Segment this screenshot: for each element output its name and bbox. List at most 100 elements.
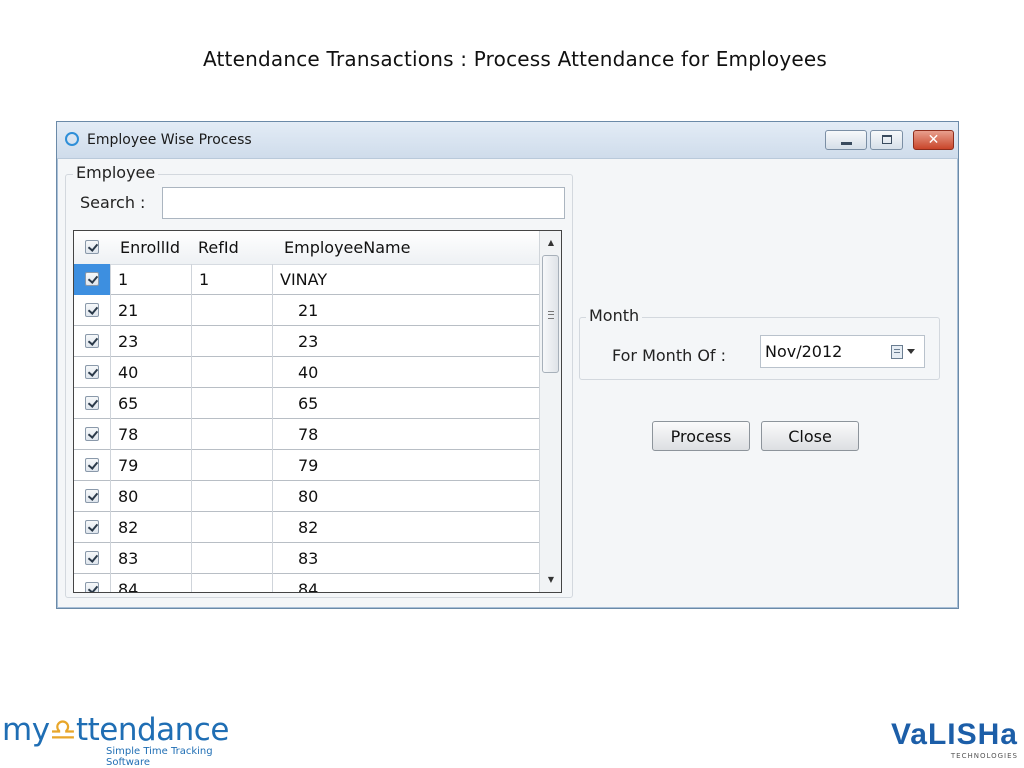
- scroll-grip-icon: [548, 311, 554, 319]
- row-checkbox[interactable]: [85, 520, 99, 534]
- window-title: Employee Wise Process: [87, 132, 252, 148]
- row-checkbox-cell: [74, 357, 110, 388]
- column-header-enrollid[interactable]: EnrollId: [110, 231, 191, 264]
- bell-icon: ♎: [49, 713, 77, 748]
- cell-enrollid: 84: [110, 574, 191, 592]
- row-checkbox-cell: [74, 419, 110, 450]
- grid-vertical-scrollbar[interactable]: ▲ ▼: [539, 231, 561, 592]
- cell-refid: [191, 326, 272, 357]
- cell-refid: 1: [191, 264, 272, 295]
- cell-employeename: 23: [272, 326, 539, 357]
- cell-enrollid: 21: [110, 295, 191, 326]
- calendar-icon[interactable]: [891, 345, 903, 359]
- row-checkbox-cell: [74, 264, 110, 295]
- row-checkbox[interactable]: [85, 272, 99, 286]
- title-bar[interactable]: Employee Wise Process ✕: [57, 122, 958, 159]
- cell-employeename: VINAY: [272, 264, 539, 295]
- valisha-subtitle: TECHNOLOGIES: [950, 752, 1018, 760]
- table-row[interactable]: 78 78: [74, 419, 539, 450]
- search-input[interactable]: [162, 187, 565, 219]
- valisha-logo: VaLISHa TECHNOLOGIES: [866, 716, 1022, 764]
- cell-enrollid: 40: [110, 357, 191, 388]
- month-group-legend: Month: [586, 306, 643, 325]
- cell-employeename: 65: [272, 388, 539, 419]
- row-checkbox-cell: [74, 450, 110, 481]
- row-checkbox[interactable]: [85, 582, 99, 592]
- table-row[interactable]: 84 84: [74, 574, 539, 592]
- cell-refid: [191, 295, 272, 326]
- column-header-refid[interactable]: RefId: [191, 231, 272, 264]
- row-checkbox[interactable]: [85, 396, 99, 410]
- row-checkbox[interactable]: [85, 551, 99, 565]
- process-button[interactable]: Process: [652, 421, 750, 451]
- cell-enrollid: 1: [110, 264, 191, 295]
- row-checkbox-cell: [74, 543, 110, 574]
- close-button[interactable]: Close: [761, 421, 859, 451]
- cell-employeename: 83: [272, 543, 539, 574]
- close-window-button[interactable]: ✕: [913, 130, 954, 150]
- row-checkbox[interactable]: [85, 489, 99, 503]
- row-checkbox[interactable]: [85, 334, 99, 348]
- employee-group-legend: Employee: [73, 163, 159, 182]
- logo-ttendance-text: ttendance: [75, 712, 229, 748]
- scroll-down-arrow[interactable]: ▼: [540, 570, 561, 590]
- scroll-thumb[interactable]: [542, 255, 559, 373]
- cell-enrollid: 23: [110, 326, 191, 357]
- cell-enrollid: 65: [110, 388, 191, 419]
- table-row[interactable]: 80 80: [74, 481, 539, 512]
- scroll-up-arrow[interactable]: ▲: [540, 233, 561, 253]
- table-row[interactable]: 82 82: [74, 512, 539, 543]
- cell-enrollid: 79: [110, 450, 191, 481]
- cell-employeename: 80: [272, 481, 539, 512]
- cell-enrollid: 82: [110, 512, 191, 543]
- cell-refid: [191, 574, 272, 592]
- row-checkbox[interactable]: [85, 458, 99, 472]
- minimize-button[interactable]: [825, 130, 867, 150]
- cell-employeename: 21: [272, 295, 539, 326]
- employee-wise-process-window: Employee Wise Process ✕ Employee Search …: [56, 121, 959, 609]
- cell-refid: [191, 512, 272, 543]
- app-icon: [65, 132, 79, 146]
- maximize-button[interactable]: [870, 130, 903, 150]
- myattendance-tagline: Simple Time Tracking Software: [106, 746, 213, 768]
- employee-grid: EnrollId RefId EmployeeName 1 1 VINAY 21…: [73, 230, 562, 593]
- row-checkbox-cell: [74, 574, 110, 592]
- cell-enrollid: 80: [110, 481, 191, 512]
- table-row[interactable]: 40 40: [74, 357, 539, 388]
- row-checkbox[interactable]: [85, 303, 99, 317]
- row-checkbox[interactable]: [85, 365, 99, 379]
- grid-header: EnrollId RefId EmployeeName: [74, 231, 539, 265]
- search-label: Search :: [80, 193, 146, 212]
- table-row[interactable]: 65 65: [74, 388, 539, 419]
- close-icon: ✕: [927, 132, 940, 148]
- valisha-wordmark: VaLISHa: [890, 718, 1018, 751]
- myattendance-logo: my♎ttendance Simple Time Tracking Softwa…: [0, 708, 250, 768]
- table-row[interactable]: 1 1 VINAY: [74, 264, 539, 295]
- employee-group: Employee Search : EnrollId RefId Employe…: [65, 163, 573, 598]
- row-checkbox[interactable]: [85, 427, 99, 441]
- cell-employeename: 79: [272, 450, 539, 481]
- cell-refid: [191, 388, 272, 419]
- cell-refid: [191, 543, 272, 574]
- row-checkbox-cell: [74, 388, 110, 419]
- table-row[interactable]: 23 23: [74, 326, 539, 357]
- cell-refid: [191, 357, 272, 388]
- select-all-checkbox[interactable]: [85, 240, 99, 254]
- table-row[interactable]: 79 79: [74, 450, 539, 481]
- logo-my-text: my: [2, 712, 50, 748]
- row-checkbox-cell: [74, 326, 110, 357]
- cell-enrollid: 83: [110, 543, 191, 574]
- month-picker[interactable]: Nov/2012: [760, 335, 925, 368]
- cell-refid: [191, 481, 272, 512]
- cell-employeename: 78: [272, 419, 539, 450]
- maximize-icon: [882, 135, 892, 144]
- row-checkbox-cell: [74, 295, 110, 326]
- cell-refid: [191, 450, 272, 481]
- table-row[interactable]: 83 83: [74, 543, 539, 574]
- table-row[interactable]: 21 21: [74, 295, 539, 326]
- row-checkbox-cell: [74, 481, 110, 512]
- column-header-employeename[interactable]: EmployeeName: [272, 231, 539, 264]
- slide-title: Attendance Transactions : Process Attend…: [202, 47, 827, 71]
- dropdown-arrow-icon[interactable]: [907, 349, 915, 354]
- cell-enrollid: 78: [110, 419, 191, 450]
